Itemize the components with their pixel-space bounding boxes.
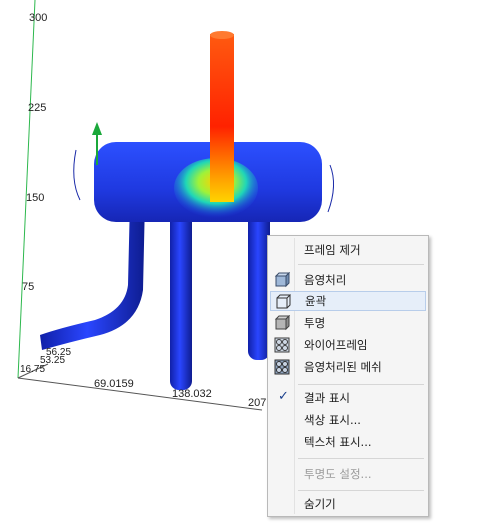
menu-item-label: 음영처리 — [304, 273, 347, 287]
menu-item-label: 결과 표시 — [304, 391, 350, 405]
menu-item-transparent[interactable]: 투명 — [270, 313, 426, 333]
outline-cube-icon — [276, 294, 291, 309]
menu-separator — [298, 384, 424, 385]
checkmark-icon: ✓ — [278, 389, 289, 404]
horizontal-axis-line — [17, 377, 263, 411]
shaded-mesh-icon — [274, 359, 290, 375]
menu-item-show-results[interactable]: ✓ 결과 표시 — [270, 388, 426, 408]
axis-tick-label: 150 — [26, 192, 45, 204]
menu-item-set-transparency: 투명도 설정... — [270, 464, 426, 484]
axis-tick-label: 75 — [22, 281, 35, 293]
menu-item-label: 텍스처 표시... — [304, 435, 372, 449]
menu-item-wireframe[interactable]: 와이어프레임 — [270, 335, 426, 355]
axis-tick-label: 69.0159 — [94, 378, 134, 390]
menu-separator — [298, 490, 424, 491]
menu-item-outline[interactable]: 윤곽 — [270, 291, 426, 311]
wireframe-icon — [274, 337, 290, 353]
center-leg-pipe — [170, 205, 192, 390]
menu-item-label: 숨기기 — [304, 497, 336, 511]
axis-tick-label: 225 — [28, 102, 47, 114]
menu-item-remove-frame[interactable]: 프레임 제거 — [270, 240, 426, 260]
menu-separator — [298, 458, 424, 459]
menu-item-label: 와이어프레임 — [304, 338, 368, 352]
triad-arrow-icon — [92, 122, 102, 135]
axis-tick-label: 300 — [29, 12, 48, 24]
menu-item-show-color[interactable]: 색상 표시... — [270, 410, 426, 430]
menu-item-label: 프레임 제거 — [304, 243, 361, 257]
riser-top — [210, 31, 234, 39]
context-menu: 프레임 제거 음영처리 윤곽 투명 와이어프레임 음영처리된 메쉬 ✓ 결과 표… — [267, 235, 429, 517]
left-leg-pipe — [40, 200, 145, 350]
transparent-cube-icon — [274, 315, 290, 331]
riser-pipe — [210, 34, 234, 202]
menu-item-label: 투명 — [304, 316, 326, 330]
menu-item-hide[interactable]: 숨기기 — [270, 494, 426, 514]
menu-separator — [298, 264, 424, 265]
menu-item-show-texture[interactable]: 텍스처 표시... — [270, 432, 426, 452]
menu-item-label: 색상 표시... — [304, 413, 361, 427]
axis-tick-label: 138.032 — [172, 388, 212, 400]
menu-item-shaded[interactable]: 음영처리 — [270, 270, 426, 290]
menu-item-label: 윤곽 — [305, 294, 327, 308]
axis-tick-label: 56.25 — [46, 347, 72, 358]
shaded-cube-icon — [274, 272, 290, 288]
menu-item-label: 투명도 설정... — [304, 467, 372, 481]
menu-item-label: 음영처리된 메쉬 — [304, 360, 382, 374]
axis-tick-label: 207 — [248, 397, 267, 409]
menu-item-shaded-mesh[interactable]: 음영처리된 메쉬 — [270, 357, 426, 377]
vertical-axis-line — [17, 0, 36, 379]
